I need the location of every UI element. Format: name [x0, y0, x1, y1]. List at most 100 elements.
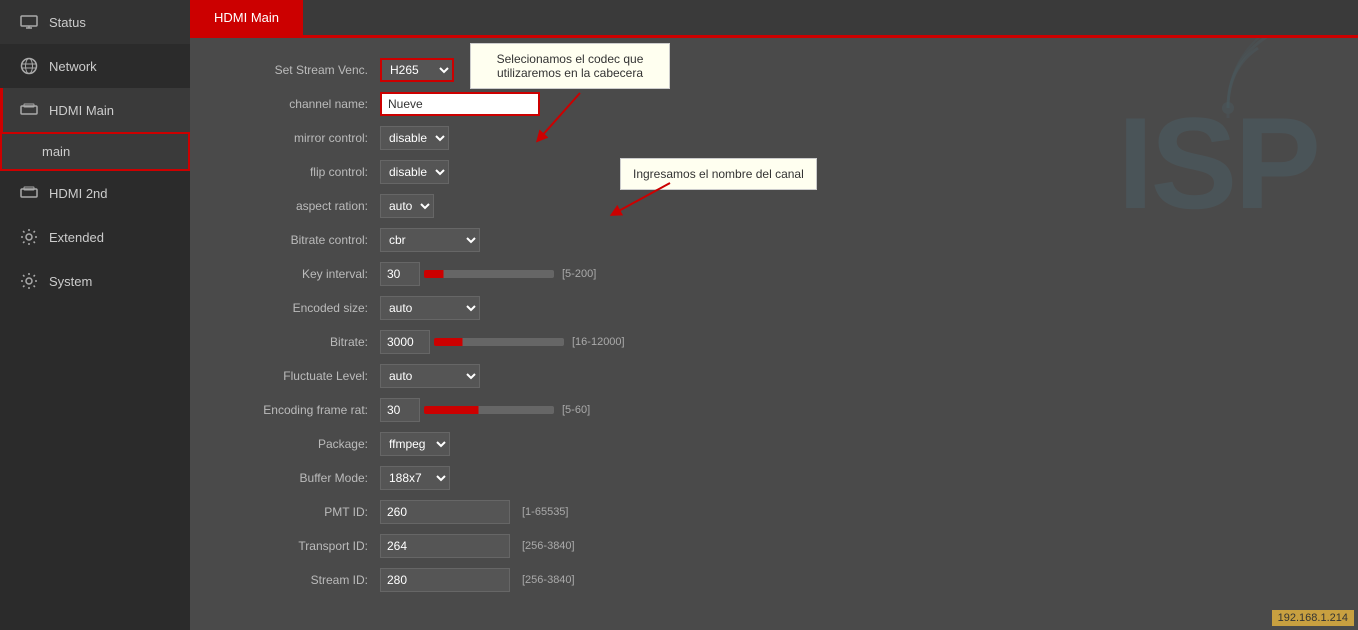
input-bitrate[interactable]: [380, 330, 430, 354]
sidebar-item-extended-label: Extended: [49, 230, 104, 245]
range-bitrate: [16-12000]: [572, 336, 625, 348]
label-package: Package:: [220, 437, 380, 451]
select-bitrate-control[interactable]: cbr vbr: [380, 228, 480, 252]
sidebar: Status Network HDMI Main main HDMI 2nd: [0, 0, 190, 630]
control-mirror-control: disable enable: [380, 126, 449, 150]
form-row-pmt-id: PMT ID: [1-65535]: [220, 500, 1328, 524]
sidebar-item-status[interactable]: Status: [0, 0, 190, 44]
sidebar-item-hdmi-main-label: HDMI Main: [49, 103, 114, 118]
label-mirror-control: mirror control:: [220, 131, 380, 145]
input-transport-id[interactable]: [380, 534, 510, 558]
label-stream-id: Stream ID:: [220, 573, 380, 587]
select-set-stream-venc[interactable]: H265 H264 MJPEG: [380, 58, 454, 82]
settings-icon: [19, 271, 39, 291]
label-encoding-frame-rate: Encoding frame rat:: [220, 403, 380, 417]
control-bitrate-control: cbr vbr: [380, 228, 480, 252]
range-encoding-frame-rate: [5-60]: [562, 404, 590, 416]
control-aspect-ratio: auto 4:3 16:9: [380, 194, 434, 218]
select-aspect-ratio[interactable]: auto 4:3 16:9: [380, 194, 434, 218]
form-row-bitrate-control: Bitrate control: cbr vbr: [220, 228, 1328, 252]
sidebar-item-hdmi-2nd[interactable]: HDMI 2nd: [0, 171, 190, 215]
main-content: HDMI Main ISP Selecion: [190, 0, 1358, 630]
control-flip-control: disable enable: [380, 160, 449, 184]
hdmi-icon: [19, 100, 39, 120]
form-row-channel-name: channel name:: [220, 92, 1328, 116]
input-key-interval[interactable]: [380, 262, 420, 286]
select-encoded-size[interactable]: auto 1920x1080 1280x720: [380, 296, 480, 320]
form-row-mirror-control: mirror control: disable enable: [220, 126, 1328, 150]
label-bitrate-control: Bitrate control:: [220, 233, 380, 247]
label-bitrate: Bitrate:: [220, 335, 380, 349]
label-set-stream-venc: Set Stream Venc.: [220, 63, 380, 77]
content-area: ISP Selecionamos el codec que utilizarem…: [190, 38, 1358, 630]
sidebar-item-hdmi-main[interactable]: HDMI Main: [0, 88, 190, 132]
form-row-buffer-mode: Buffer Mode: 188x7 188x14: [220, 466, 1328, 490]
label-channel-name: channel name:: [220, 97, 380, 111]
select-flip-control[interactable]: disable enable: [380, 160, 449, 184]
sidebar-subitem-main-label: main: [42, 144, 70, 159]
form-row-stream-id: Stream ID: [256-3840]: [220, 568, 1328, 592]
input-channel-name[interactable]: [380, 92, 540, 116]
control-pmt-id: [1-65535]: [380, 500, 568, 524]
label-key-interval: Key interval:: [220, 267, 380, 281]
control-fluctuate-level: auto low medium high: [380, 364, 480, 388]
label-aspect-ratio: aspect ration:: [220, 199, 380, 213]
form-row-key-interval: Key interval: [5-200]: [220, 262, 1328, 286]
control-buffer-mode: 188x7 188x14: [380, 466, 450, 490]
slider-encoding-frame-rate[interactable]: [424, 406, 554, 414]
control-encoded-size: auto 1920x1080 1280x720: [380, 296, 480, 320]
tooltip-channel: Ingresamos el nombre del canal: [620, 158, 817, 190]
sidebar-subitem-main[interactable]: main: [0, 132, 190, 171]
form-row-fluctuate-level: Fluctuate Level: auto low medium high: [220, 364, 1328, 388]
form-row-bitrate: Bitrate: [16-12000]: [220, 330, 1328, 354]
control-package: ffmpeg mpegts: [380, 432, 450, 456]
range-stream-id: [256-3840]: [522, 574, 575, 586]
sidebar-item-extended[interactable]: Extended: [0, 215, 190, 259]
input-encoding-frame-rate[interactable]: [380, 398, 420, 422]
control-encoding-frame-rate: [5-60]: [380, 398, 590, 422]
control-channel-name: [380, 92, 540, 116]
control-stream-id: [256-3840]: [380, 568, 575, 592]
sidebar-item-network-label: Network: [49, 59, 97, 74]
sidebar-item-network[interactable]: Network: [0, 44, 190, 88]
monitor-icon: [19, 12, 39, 32]
gear2-icon: [19, 227, 39, 247]
select-package[interactable]: ffmpeg mpegts: [380, 432, 450, 456]
tooltip-codec: Selecionamos el codec que utilizaremos e…: [470, 43, 670, 89]
sidebar-item-hdmi-2nd-label: HDMI 2nd: [49, 186, 108, 201]
select-buffer-mode[interactable]: 188x7 188x14: [380, 466, 450, 490]
slider-bitrate[interactable]: [434, 338, 564, 346]
form-row-transport-id: Transport ID: [256-3840]: [220, 534, 1328, 558]
select-fluctuate-level[interactable]: auto low medium high: [380, 364, 480, 388]
label-encoded-size: Encoded size:: [220, 301, 380, 315]
form-row-aspect-ratio: aspect ration: auto 4:3 16:9: [220, 194, 1328, 218]
control-transport-id: [256-3840]: [380, 534, 575, 558]
sidebar-item-system-label: System: [49, 274, 92, 289]
control-key-interval: [5-200]: [380, 262, 596, 286]
form-row-encoded-size: Encoded size: auto 1920x1080 1280x720: [220, 296, 1328, 320]
slider-key-interval[interactable]: [424, 270, 554, 278]
form-row-encoding-frame-rate: Encoding frame rat: [5-60]: [220, 398, 1328, 422]
ip-badge: 192.168.1.214: [1272, 610, 1354, 626]
input-pmt-id[interactable]: [380, 500, 510, 524]
control-bitrate: [16-12000]: [380, 330, 625, 354]
hdmi2-icon: [19, 183, 39, 203]
sidebar-item-status-label: Status: [49, 15, 86, 30]
input-stream-id[interactable]: [380, 568, 510, 592]
select-mirror-control[interactable]: disable enable: [380, 126, 449, 150]
form: Set Stream Venc. H265 H264 MJPEG channel…: [220, 58, 1328, 592]
range-key-interval: [5-200]: [562, 268, 596, 280]
label-pmt-id: PMT ID:: [220, 505, 380, 519]
tab-hdmi-main[interactable]: HDMI Main: [190, 0, 303, 35]
label-fluctuate-level: Fluctuate Level:: [220, 369, 380, 383]
tab-bar: HDMI Main: [190, 0, 1358, 38]
label-buffer-mode: Buffer Mode:: [220, 471, 380, 485]
label-transport-id: Transport ID:: [220, 539, 380, 553]
range-pmt-id: [1-65535]: [522, 506, 568, 518]
range-transport-id: [256-3840]: [522, 540, 575, 552]
form-row-set-stream-venc: Set Stream Venc. H265 H264 MJPEG: [220, 58, 1328, 82]
sidebar-item-system[interactable]: System: [0, 259, 190, 303]
globe-icon: [19, 56, 39, 76]
control-set-stream-venc: H265 H264 MJPEG: [380, 58, 454, 82]
form-row-package: Package: ffmpeg mpegts: [220, 432, 1328, 456]
